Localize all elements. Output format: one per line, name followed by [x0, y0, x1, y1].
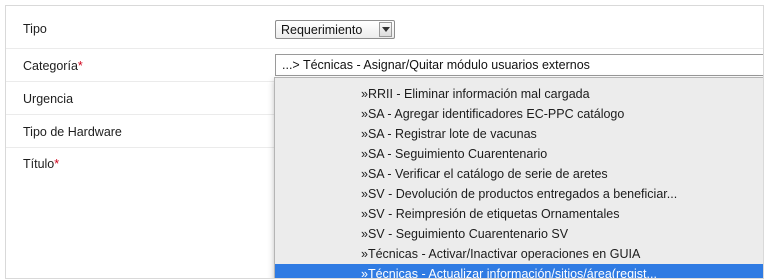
tipo-label: Tipo [23, 22, 47, 36]
dropdown-option[interactable]: »SV - Reimpresión de etiquetas Ornamenta… [275, 204, 763, 224]
categoria-select[interactable]: ...> Técnicas - Asignar/Quitar módulo us… [275, 54, 763, 76]
dropdown-option[interactable]: »RRII - Eliminar información mal cargada [275, 84, 763, 104]
ticket-form: Tipo Requerimiento Categoría* ...> Técni… [5, 5, 764, 279]
urgencia-label: Urgencia [23, 92, 74, 106]
required-mark: * [77, 59, 83, 73]
categoria-select-value: ...> Técnicas - Asignar/Quitar módulo us… [282, 58, 590, 72]
dropdown-option[interactable]: »SA - Verificar el catálogo de serie de … [275, 164, 763, 184]
dropdown-option[interactable]: »SA - Registrar lote de vacunas [275, 124, 763, 144]
titulo-label-text: Título [23, 157, 55, 171]
categoria-dropdown-list[interactable]: »RRII - Eliminar información mal cargada… [274, 77, 763, 278]
tipo-select-value: Requerimiento [281, 23, 363, 37]
tipo-hardware-label: Tipo de Hardware [23, 125, 122, 139]
dropdown-option[interactable]: »SV - Seguimiento Cuarentenario SV [275, 224, 763, 244]
categoria-label-text: Categoría [23, 59, 78, 73]
tipo-select[interactable]: Requerimiento [275, 20, 395, 39]
required-mark: * [54, 157, 60, 171]
dropdown-options: »RRII - Eliminar información mal cargada… [275, 84, 763, 278]
chevron-down-icon[interactable] [379, 22, 392, 37]
dropdown-option[interactable]: »Técnicas - Actualizar información/sitio… [275, 264, 763, 278]
dropdown-option[interactable]: »SA - Seguimiento Cuarentenario [275, 144, 763, 164]
tipo-row: Tipo Requerimiento [6, 6, 763, 49]
categoria-label: Categoría* [23, 59, 83, 73]
dropdown-option[interactable]: »SA - Agregar identificadores EC-PPC cat… [275, 104, 763, 124]
titulo-label: Título* [23, 157, 59, 171]
dropdown-option[interactable]: »SV - Devolución de productos entregados… [275, 184, 763, 204]
dropdown-option[interactable]: »Técnicas - Activar/Inactivar operacione… [275, 244, 763, 264]
